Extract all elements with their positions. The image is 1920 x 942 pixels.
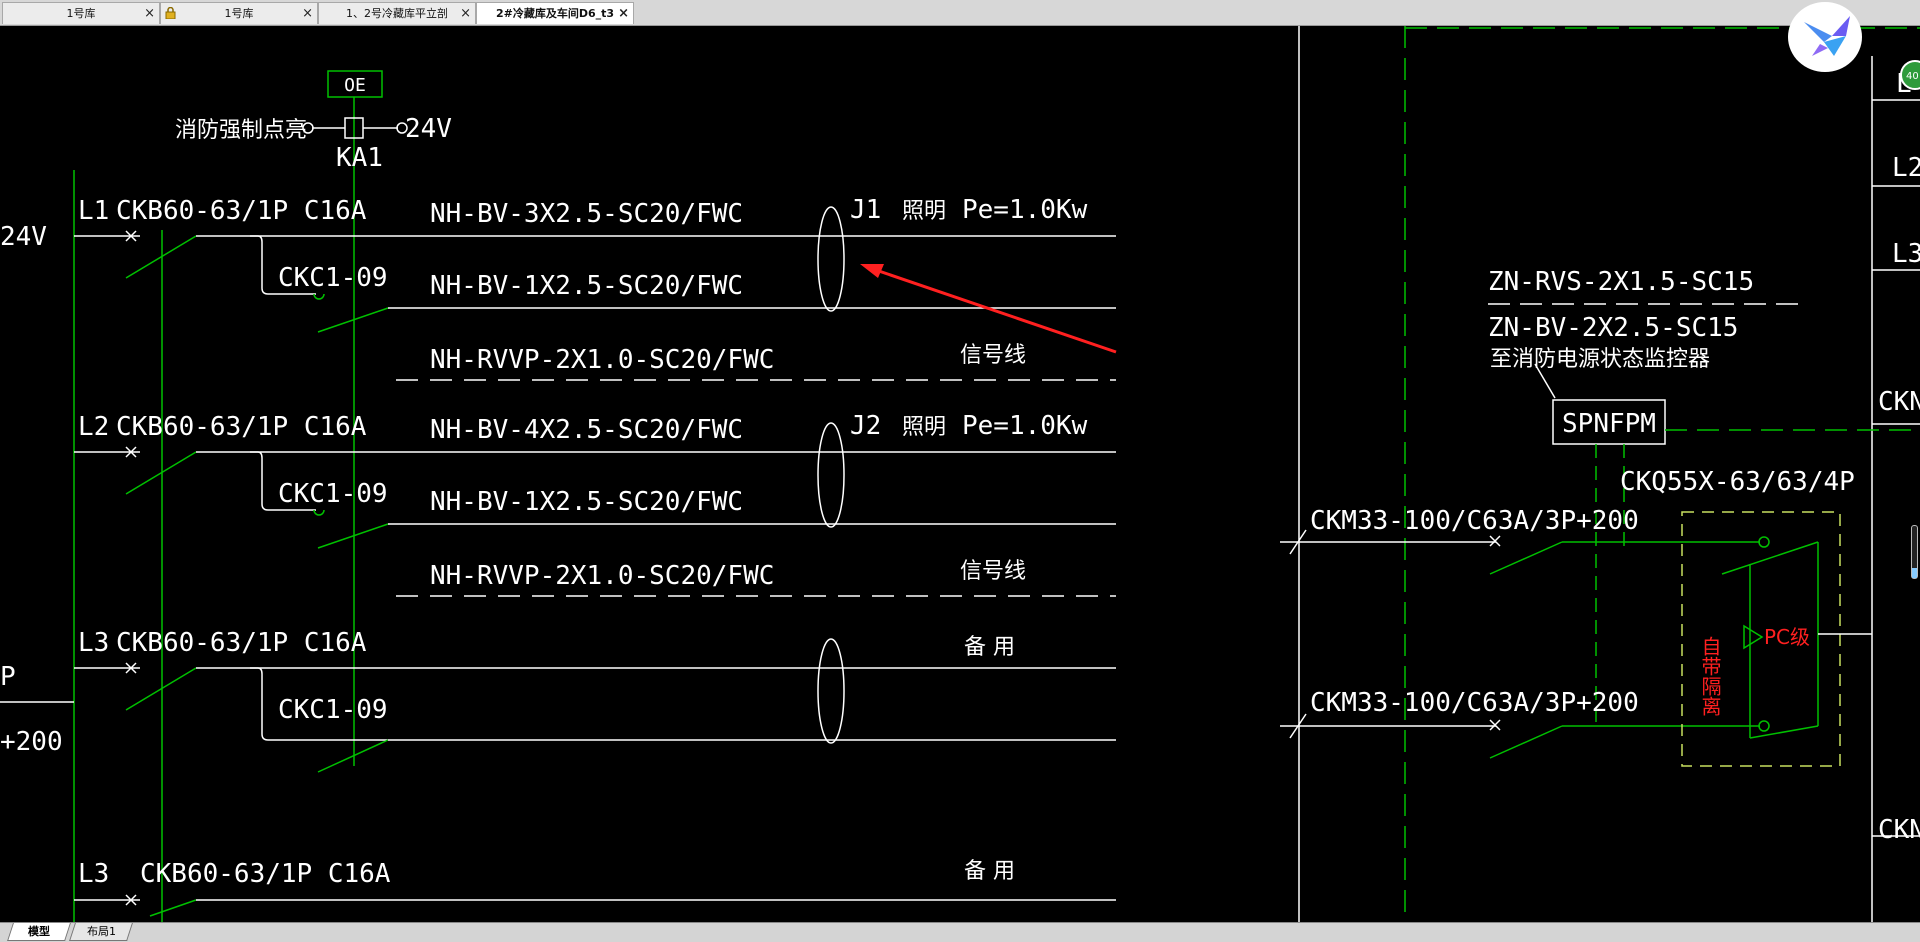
tab-label: 1、2号冷藏库平立剖 bbox=[346, 7, 448, 20]
close-icon[interactable]: × bbox=[302, 3, 313, 24]
breaker-label: CKM33-100/C63A/3P+200 bbox=[1310, 506, 1639, 536]
phase-label: L3 bbox=[78, 628, 109, 658]
lock-icon bbox=[165, 7, 176, 19]
tab-doc-2[interactable]: 1号库 × bbox=[160, 2, 318, 24]
cable-label: NH-BV-1X2.5-SC20/FWC bbox=[430, 487, 743, 517]
tab-label: 模型 bbox=[28, 925, 50, 938]
edge-24v-label: 24V bbox=[0, 222, 47, 252]
close-icon[interactable]: × bbox=[618, 3, 629, 24]
tab-label: 布局1 bbox=[86, 925, 116, 938]
tab-label: 2#冷藏库及车间D6_t3 bbox=[495, 7, 615, 20]
cable-label: NH-BV-3X2.5-SC20/FWC bbox=[430, 199, 743, 229]
close-icon[interactable]: × bbox=[144, 3, 155, 24]
oe-label: OE bbox=[344, 75, 366, 96]
signal-line-label: 信号线 bbox=[960, 343, 1026, 368]
edge-200-label: +200 bbox=[0, 727, 63, 757]
v24-right-label: 24V bbox=[405, 114, 452, 144]
monitor-label: 至消防电源状态监控器 bbox=[1490, 347, 1710, 372]
edge-label: CKN bbox=[1878, 387, 1920, 417]
circuit-tag: J1 bbox=[850, 195, 881, 225]
app-logo-icon[interactable] bbox=[1788, 2, 1862, 72]
breaker-label: CKB60-63/1P C16A bbox=[116, 628, 367, 658]
edge-label: CKN bbox=[1878, 815, 1920, 845]
tab-doc-1[interactable]: 1号库 × bbox=[2, 2, 160, 24]
edge-p-label: P bbox=[0, 662, 16, 692]
power-label: Pe=1.0Kw bbox=[962, 411, 1088, 441]
load-label: 照明 bbox=[902, 199, 946, 224]
phase-label: L1 bbox=[78, 196, 109, 226]
power-label: Pe=1.0Kw bbox=[962, 195, 1088, 225]
cable-label: NH-BV-4X2.5-SC20/FWC bbox=[430, 415, 743, 445]
signal-cable-label: NH-RVVP-2X1.0-SC20/FWC bbox=[430, 345, 774, 375]
circuit-tag: J2 bbox=[850, 411, 881, 441]
spnfpm-label: SPNFPM bbox=[1562, 409, 1656, 439]
self-isolation-label: 自带隔离 bbox=[1698, 636, 1722, 716]
phase-label: L3 bbox=[78, 859, 109, 889]
tab-label: 1号库 bbox=[66, 7, 96, 20]
edge-label: L3 bbox=[1892, 239, 1920, 269]
zoom-indicator[interactable] bbox=[1911, 525, 1918, 579]
spare-label: 备 用 bbox=[964, 859, 1015, 884]
contactor-label: CKC1-09 bbox=[278, 263, 388, 293]
spare-label: 备 用 bbox=[964, 635, 1015, 660]
breaker-label: CKB60-63/1P C16A bbox=[116, 412, 367, 442]
tab-doc-4[interactable]: 2#冷藏库及车间D6_t3 × bbox=[476, 2, 634, 24]
cable-label: ZN-RVS-2X1.5-SC15 bbox=[1488, 267, 1754, 297]
switch-label: CKQ55X-63/63/4P bbox=[1620, 467, 1855, 497]
layout-tab-bar: 模型 布局1 bbox=[0, 922, 1920, 942]
contactor-label: CKC1-09 bbox=[278, 695, 388, 725]
phase-label: L2 bbox=[78, 412, 109, 442]
right-schematic: L L2 L3 CKN CKN ZN-RVS-2X1.5-SC15 ZN-BV-… bbox=[1280, 26, 1920, 922]
tab-doc-3[interactable]: 1、2号冷藏库平立剖 × bbox=[318, 2, 476, 24]
fire-force-light-label: 消防强制点亮 bbox=[175, 118, 307, 143]
contactor-label: CKC1-09 bbox=[278, 479, 388, 509]
tab-label: 1号库 bbox=[224, 7, 254, 20]
load-label: 照明 bbox=[902, 415, 946, 440]
document-tab-bar: 1号库 × 1号库 × 1、2号冷藏库平立剖 × 2#冷藏库及车间D6_t3 × bbox=[0, 0, 1920, 26]
signal-line-label: 信号线 bbox=[960, 559, 1026, 584]
breaker-label: CKB60-63/1P C16A bbox=[116, 196, 367, 226]
ka1-label: KA1 bbox=[336, 143, 383, 173]
tab-layout1[interactable]: 布局1 bbox=[69, 923, 133, 941]
cable-label: ZN-BV-2X2.5-SC15 bbox=[1488, 313, 1738, 343]
left-schematic: OE 消防强制点亮 24V KA1 24V P +200 L1 CKB60-63… bbox=[0, 70, 1116, 922]
close-icon[interactable]: × bbox=[460, 3, 471, 24]
drawing-canvas[interactable]: OE 消防强制点亮 24V KA1 24V P +200 L1 CKB60-63… bbox=[0, 26, 1920, 922]
cable-label: NH-BV-1X2.5-SC20/FWC bbox=[430, 271, 743, 301]
edge-label: L2 bbox=[1892, 153, 1920, 183]
breaker-label: CKB60-63/1P C16A bbox=[140, 859, 391, 889]
pc-class-label: PC级 bbox=[1764, 625, 1810, 649]
breaker-label: CKM33-100/C63A/3P+200 bbox=[1310, 688, 1639, 718]
tab-model[interactable]: 模型 bbox=[7, 923, 71, 941]
signal-cable-label: NH-RVVP-2X1.0-SC20/FWC bbox=[430, 561, 774, 591]
